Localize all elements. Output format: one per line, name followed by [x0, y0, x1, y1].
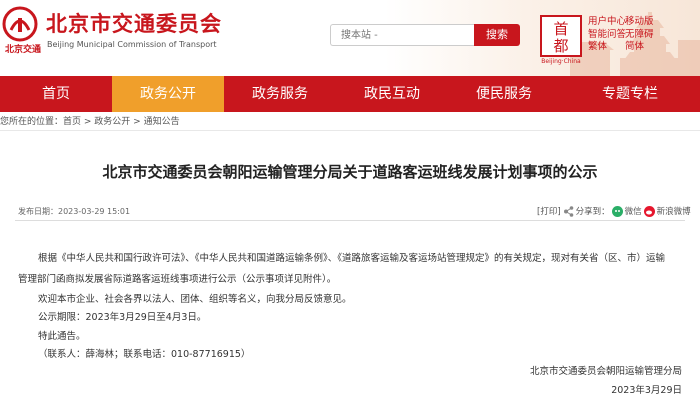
site-title-en: Beijing Municipal Commission of Transpor…	[47, 40, 217, 49]
site-title[interactable]: 北京市交通委员会	[46, 8, 222, 38]
breadcrumb-separator: >	[81, 117, 95, 127]
capital-emblem-icon: 首 都	[540, 15, 582, 57]
beijing-transport-logo	[2, 6, 38, 42]
wechat-share-link[interactable]: 微信	[625, 205, 642, 217]
top-links-secondary: 移动版 无障碍 简体	[625, 16, 654, 54]
nav-public-services[interactable]: 便民服务	[448, 76, 560, 112]
nav-special-topics[interactable]: 专题专栏	[560, 76, 700, 112]
publish-date-label: 发布日期：	[18, 207, 58, 216]
article-paragraph-1-line-1: 根据《中华人民共和国行政许可法》、《中华人民共和国道路运输条例》、《道路旅客运输…	[38, 253, 666, 264]
publish-date-value: 2023-03-29 15:01	[58, 207, 131, 216]
title-divider	[15, 220, 685, 221]
accessibility-link[interactable]: 无障碍	[625, 29, 654, 42]
nav-government-services[interactable]: 政务服务	[224, 76, 336, 112]
article-paragraph-2: 欢迎本市企业、社会各界以法人、团体、组织等名义，向我分局反馈意见。	[38, 294, 352, 305]
mobile-version-link[interactable]: 移动版	[625, 16, 654, 29]
signature-org: 北京市交通委员会朝阳运输管理分局	[529, 366, 682, 377]
article-title: 北京市交通委员会朝阳运输管理分局关于道路客运班线发展计划事项的公示	[102, 163, 598, 181]
print-link[interactable]: [打印]	[537, 205, 561, 217]
wechat-icon[interactable]	[611, 205, 623, 217]
publish-date: 发布日期：2023-03-29 15:01	[18, 206, 130, 217]
breadcrumb-government-affairs[interactable]: 政务公开	[94, 117, 130, 127]
article-tools: [打印] 分享到： 微信 新浪微博	[537, 205, 691, 217]
breadcrumb-notices[interactable]: 通知公告	[144, 117, 180, 127]
simplified-chinese-link[interactable]: 简体	[625, 41, 654, 54]
main-nav: 首页 政务公开 政务服务 政民互动 便民服务 专题专栏	[0, 76, 700, 112]
top-links-primary: 用户中心 智能问答 繁体	[588, 16, 626, 54]
nav-government-affairs[interactable]: 政务公开	[112, 76, 224, 112]
search-button[interactable]: 搜索	[474, 24, 520, 46]
article-paragraph-1-line-2: 管理部门函商拟发展省际道路客运班线事项进行公示（公示事项详见附件）。	[18, 274, 337, 285]
user-center-link[interactable]: 用户中心	[588, 16, 626, 29]
nav-home[interactable]: 首页	[0, 76, 112, 112]
breadcrumb-prefix: 您所在的位置：	[0, 117, 64, 127]
signature-date: 2023年3月29日	[611, 385, 682, 396]
smart-qa-link[interactable]: 智能问答	[588, 29, 626, 42]
breadcrumb: 您所在的位置：首页 > 政务公开 > 通知公告	[0, 114, 700, 131]
article-paragraph-3: 公示期限：2023年3月29日至4月3日。	[38, 312, 207, 323]
traditional-chinese-link[interactable]: 繁体	[588, 41, 626, 54]
article-paragraph-4: 特此通告。	[38, 331, 86, 342]
site-header: 北京交通 北京市交通委员会 Beijing Municipal Commissi…	[0, 0, 700, 76]
nav-public-interaction[interactable]: 政民互动	[336, 76, 448, 112]
svg-text:首: 首	[553, 20, 568, 38]
weibo-share-link[interactable]: 新浪微博	[657, 205, 691, 217]
article-contact: （联系人：薛海林；联系电话：010-87716915）	[38, 349, 251, 360]
weibo-icon[interactable]	[643, 205, 655, 217]
breadcrumb-separator: >	[130, 117, 144, 127]
logo-caption: 北京交通	[4, 45, 41, 55]
share-label: 分享到：	[575, 207, 610, 217]
svg-text:都: 都	[553, 37, 568, 55]
search-input[interactable]	[330, 24, 474, 46]
breadcrumb-home[interactable]: 首页	[63, 117, 81, 127]
emblem-caption: Beijing·China	[541, 58, 581, 65]
share-icon	[563, 205, 573, 217]
